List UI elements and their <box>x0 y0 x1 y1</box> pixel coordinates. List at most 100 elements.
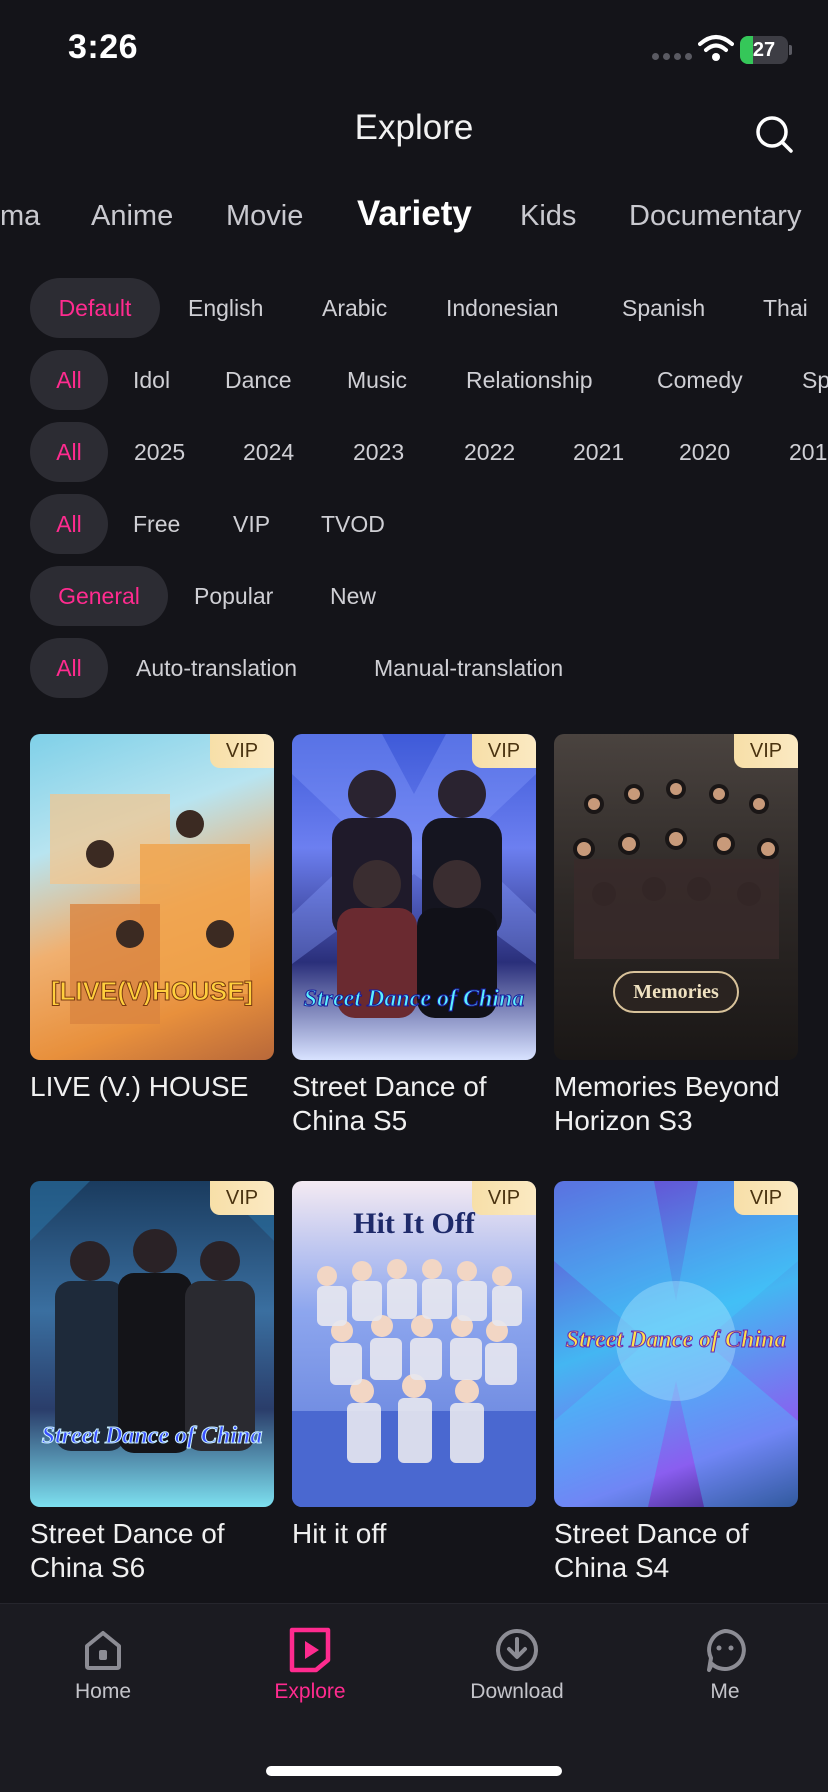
show-card[interactable]: Memories VIP Memories Beyond Horizon S3 <box>554 734 798 1138</box>
poster-art: Street Dance of China <box>554 1181 798 1507</box>
poster-image[interactable]: Memories VIP <box>554 734 798 1060</box>
svg-text:Street Dance of China: Street Dance of China <box>566 1327 787 1353</box>
tab-documentary[interactable]: Documentary <box>629 200 801 233</box>
filter-chip-relationship[interactable]: Relationship <box>466 350 593 410</box>
filter-chip-2019[interactable]: 201 <box>789 422 827 482</box>
show-title[interactable]: Street Dance of China S5 <box>292 1070 536 1138</box>
svg-text:Street Dance of China: Street Dance of China <box>42 1423 263 1449</box>
search-icon[interactable] <box>752 112 796 156</box>
show-card[interactable]: Hit It Off VIP Hit it off <box>292 1181 536 1551</box>
poster-image[interactable]: Street Dance of China VIP <box>292 734 536 1060</box>
vip-badge: VIP <box>472 1181 536 1215</box>
wifi-icon <box>698 35 734 61</box>
nav-download[interactable]: Download <box>447 1626 587 1704</box>
tab-variety[interactable]: Variety <box>357 194 472 234</box>
nav-me[interactable]: Me <box>655 1626 795 1704</box>
filter-chip-all[interactable]: All <box>30 422 108 482</box>
nav-download-label: Download <box>470 1680 564 1703</box>
filter-chip-2023[interactable]: 2023 <box>353 422 404 482</box>
bottom-tab-bar: Home Explore Download Me <box>0 1603 828 1792</box>
show-card[interactable]: Street Dance of China VIP Street Dance o… <box>292 734 536 1138</box>
download-icon <box>496 1629 538 1671</box>
show-title[interactable]: LIVE (V.) HOUSE <box>30 1070 274 1104</box>
show-title[interactable]: Street Dance of China S6 <box>30 1517 274 1585</box>
poster-art: Hit It Off <box>292 1207 536 1507</box>
filter-chip-popular[interactable]: Popular <box>194 566 273 626</box>
filter-chip-dance[interactable]: Dance <box>225 350 291 410</box>
filter-chip-spanish[interactable]: Spanish <box>622 278 705 338</box>
filter-chip-tvod[interactable]: TVOD <box>321 494 385 554</box>
filter-chip-auto-translation[interactable]: Auto-translation <box>136 638 297 698</box>
vip-badge: VIP <box>734 734 798 768</box>
vip-badge: VIP <box>472 734 536 768</box>
nav-me-label: Me <box>710 1680 740 1703</box>
poster-image[interactable]: Street Dance of China VIP <box>554 1181 798 1507</box>
battery-icon: 27 <box>740 36 792 64</box>
page-title: Explore <box>354 108 474 147</box>
home-icon <box>85 1631 121 1670</box>
filter-chip-idol[interactable]: Idol <box>133 350 170 410</box>
filter-chip-general[interactable]: General <box>30 566 168 626</box>
poster-art: Memories <box>573 779 779 1013</box>
cellular-signal-icon <box>652 53 692 60</box>
show-title[interactable]: Street Dance of China S4 <box>554 1517 798 1585</box>
year-filter-row: All 2025 2024 2023 2022 2021 2020 201 <box>0 422 828 482</box>
poster-art: [LIVE(V)HOUSE] <box>50 794 254 1024</box>
genre-filter-row: All Idol Dance Music Relationship Comedy… <box>0 350 828 410</box>
filter-chip-2025[interactable]: 2025 <box>134 422 185 482</box>
filter-chip-all[interactable]: All <box>30 350 108 410</box>
filter-chip-vip[interactable]: VIP <box>233 494 270 554</box>
show-card[interactable]: Street Dance of China VIP Street Dance o… <box>30 1181 274 1585</box>
tab-kids[interactable]: Kids <box>520 200 576 233</box>
filter-chip-2024[interactable]: 2024 <box>243 422 294 482</box>
show-card[interactable]: [LIVE(V)HOUSE] VIP LIVE (V.) HOUSE <box>30 734 274 1104</box>
show-title[interactable]: Hit it off <box>292 1517 536 1551</box>
nav-explore-label: Explore <box>274 1680 346 1703</box>
status-bar: 3:26 27 <box>0 0 828 100</box>
filter-chip-manual-translation[interactable]: Manual-translation <box>374 638 563 698</box>
poster-image[interactable]: [LIVE(V)HOUSE] VIP <box>30 734 274 1060</box>
svg-text:Memories: Memories <box>633 981 719 1003</box>
filter-chip-new[interactable]: New <box>330 566 376 626</box>
filter-chip-thai[interactable]: Thai <box>763 278 808 338</box>
language-filter-row: Default English Arabic Indonesian Spanis… <box>0 278 828 338</box>
tab-drama[interactable]: ma <box>0 200 40 233</box>
filter-chip-arabic[interactable]: Arabic <box>322 278 387 338</box>
svg-text:Street Dance of China: Street Dance of China <box>304 986 525 1012</box>
filter-chip-all[interactable]: All <box>30 638 108 698</box>
filter-chip-indonesian[interactable]: Indonesian <box>446 278 559 338</box>
tab-movie[interactable]: Movie <box>226 200 303 233</box>
filter-chip-english[interactable]: English <box>188 278 263 338</box>
status-time: 3:26 <box>68 28 139 66</box>
poster-image[interactable]: Street Dance of China VIP <box>30 1181 274 1507</box>
poster-image[interactable]: Hit It Off VIP <box>292 1181 536 1507</box>
home-indicator <box>266 1766 562 1776</box>
nav-home-label: Home <box>74 1680 132 1703</box>
nav-explore[interactable]: Explore <box>240 1626 380 1704</box>
battery-percent: 27 <box>752 39 776 61</box>
nav-home[interactable]: Home <box>33 1626 173 1704</box>
tab-anime[interactable]: Anime <box>91 200 173 233</box>
filter-chip-2021[interactable]: 2021 <box>573 422 624 482</box>
filter-chip-all[interactable]: All <box>30 494 108 554</box>
access-filter-row: All Free VIP TVOD <box>0 494 828 554</box>
poster-art: Street Dance of China <box>30 1181 274 1453</box>
filter-chip-comedy[interactable]: Comedy <box>657 350 743 410</box>
profile-icon <box>707 1629 746 1672</box>
filter-chip-2022[interactable]: 2022 <box>464 422 515 482</box>
svg-text:[LIVE(V)HOUSE]: [LIVE(V)HOUSE] <box>51 976 253 1006</box>
explore-screen: 3:26 27 Explore ma Anime Movie Variety K… <box>0 0 828 1792</box>
explore-icon <box>289 1627 331 1673</box>
poster-art: Street Dance of China <box>292 734 536 1018</box>
translation-filter-row: All Auto-translation Manual-translation <box>0 638 828 698</box>
filter-chip-free[interactable]: Free <box>133 494 180 554</box>
svg-text:Hit It Off: Hit It Off <box>353 1207 476 1240</box>
category-tabs: ma Anime Movie Variety Kids Documentary <box>0 190 828 250</box>
filter-chip-default[interactable]: Default <box>30 278 160 338</box>
filter-chip-sports[interactable]: Sp <box>802 350 828 410</box>
filter-chip-2020[interactable]: 2020 <box>679 422 730 482</box>
vip-badge: VIP <box>734 1181 798 1215</box>
filter-chip-music[interactable]: Music <box>347 350 407 410</box>
show-card[interactable]: Street Dance of China VIP Street Dance o… <box>554 1181 798 1585</box>
show-title[interactable]: Memories Beyond Horizon S3 <box>554 1070 798 1138</box>
